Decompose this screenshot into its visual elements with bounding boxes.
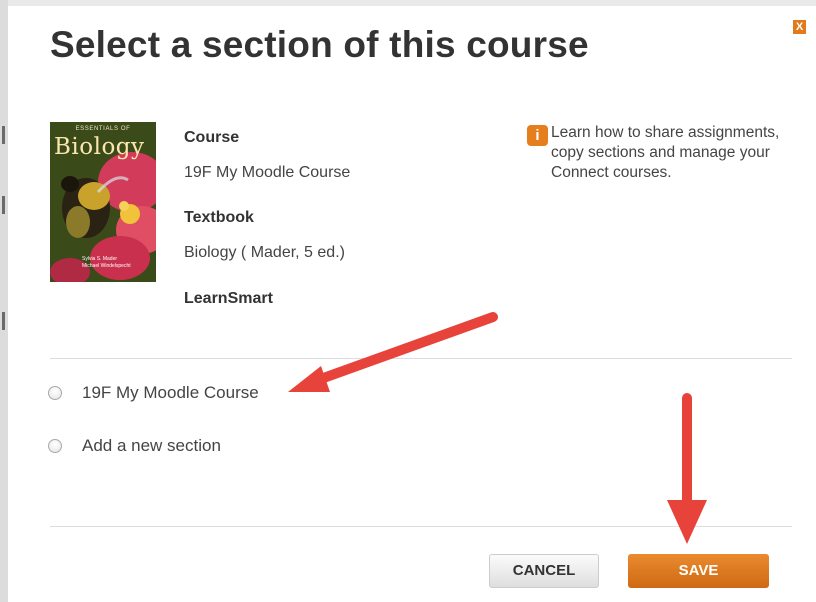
divider	[50, 358, 792, 359]
backdrop-mark	[2, 196, 5, 214]
section-option-existing[interactable]: 19F My Moodle Course	[48, 383, 308, 407]
close-button[interactable]: X	[793, 20, 806, 34]
textbook-value: Biology ( Mader, 5 ed.)	[184, 244, 345, 261]
textbook-cover-image: ESSENTIALS OF Biology Sylvia S. Mader Mi…	[50, 122, 156, 282]
info-icon: i	[527, 125, 548, 146]
backdrop-edge	[0, 0, 8, 602]
cover-series-text: ESSENTIALS OF	[75, 126, 131, 132]
learnsmart-label: LearnSmart	[184, 290, 273, 307]
section-option-label: 19F My Moodle Course	[82, 383, 259, 402]
cover-author: Sylvia S. Mader	[82, 256, 118, 262]
section-option-new[interactable]: Add a new section	[48, 436, 268, 460]
backdrop-mark	[2, 126, 5, 144]
cancel-button[interactable]: CANCEL	[489, 554, 599, 588]
cover-title-text: Biology	[54, 134, 145, 160]
section-option-label: Add a new section	[82, 436, 221, 455]
dialog-title: Select a section of this course	[50, 24, 589, 65]
divider	[50, 526, 792, 527]
textbook-label: Textbook	[184, 209, 254, 226]
save-button[interactable]: SAVE	[628, 554, 769, 588]
course-label: Course	[184, 129, 240, 146]
course-value: 19F My Moodle Course	[184, 164, 351, 181]
info-help-link[interactable]: Learn how to share assignments, copy sec…	[551, 123, 801, 183]
section-radio[interactable]	[48, 386, 62, 400]
select-section-dialog: X Select a section of this course ESSENT…	[8, 6, 816, 602]
backdrop-mark	[2, 312, 5, 330]
cover-authors: Sylvia S. Mader Michael Windelspecht	[82, 256, 131, 270]
section-radio[interactable]	[48, 439, 62, 453]
cover-author: Michael Windelspecht	[82, 263, 131, 269]
